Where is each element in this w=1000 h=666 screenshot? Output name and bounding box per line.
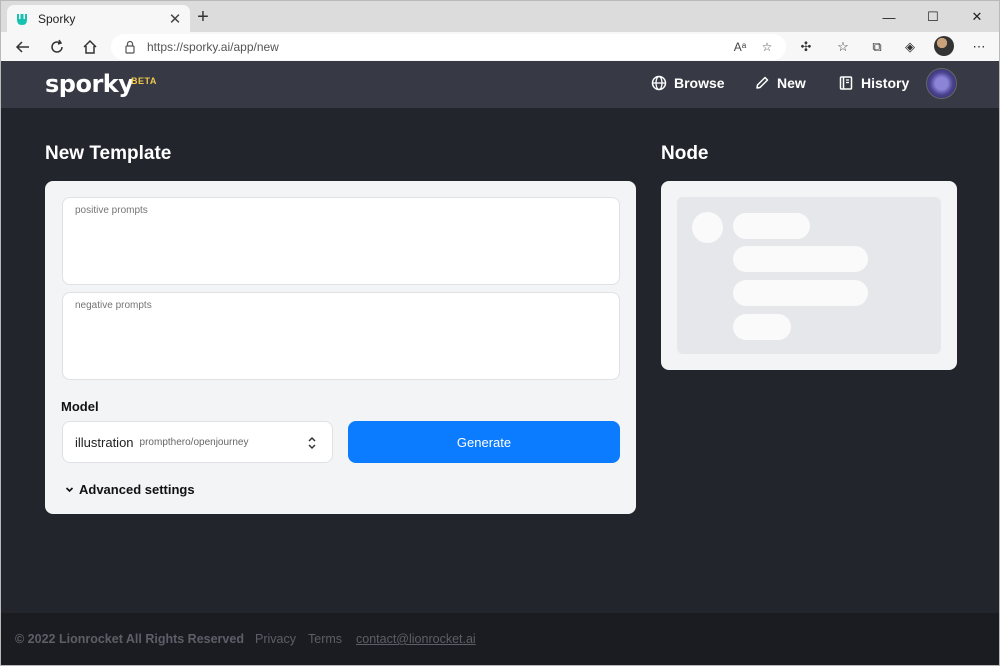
window-controls: — ☐ ✕ — [867, 1, 999, 33]
negative-prompts-input[interactable] — [62, 292, 620, 380]
template-card: Model illustration prompthero/openjourne… — [45, 181, 636, 514]
generate-button[interactable]: Generate — [348, 421, 620, 463]
model-label: Model — [61, 399, 99, 414]
app-header: sporky BETA Browse New History — [0, 61, 1000, 108]
new-tab-icon[interactable]: + — [193, 7, 213, 28]
new-template-title: New Template — [45, 143, 172, 164]
favorite-star-icon[interactable]: ☆ — [758, 38, 776, 56]
pencil-icon — [756, 76, 769, 89]
footer-contact-link[interactable]: contact@lionrocket.ai — [356, 632, 476, 646]
main-content: New Template Node Model illustration pro… — [0, 108, 1000, 613]
advanced-settings-label: Advanced settings — [79, 482, 195, 497]
nav-new[interactable]: New — [754, 75, 806, 91]
book-icon — [839, 76, 853, 90]
user-avatar[interactable] — [926, 68, 957, 99]
advanced-settings-toggle[interactable]: Advanced settings — [65, 482, 195, 497]
beta-badge: BETA — [131, 76, 157, 86]
node-title: Node — [661, 143, 709, 164]
chevron-up-down-icon — [308, 436, 316, 450]
lock-icon — [125, 40, 135, 54]
collections-icon[interactable]: ⧉ — [867, 37, 887, 57]
skeleton-line — [733, 246, 868, 272]
nav-history-label: History — [861, 75, 910, 91]
skeleton-avatar — [692, 212, 723, 243]
tab-close-icon[interactable]: ✕ — [164, 8, 186, 30]
model-name: illustration — [75, 434, 134, 450]
positive-prompts-input[interactable] — [62, 197, 620, 285]
nav-new-label: New — [777, 75, 806, 91]
address-bar[interactable]: https://sporky.ai/app/new Aᵃ ☆ — [111, 34, 786, 60]
favorites-icon[interactable]: ☆ — [833, 37, 853, 57]
sporky-favicon-icon — [17, 14, 27, 25]
minimize-icon[interactable]: — — [867, 1, 911, 33]
footer-terms-link[interactable]: Terms — [308, 632, 342, 646]
skeleton-line — [733, 314, 791, 340]
browser-profile-avatar[interactable] — [934, 36, 954, 56]
node-card — [661, 181, 957, 370]
model-path: prompthero/openjourney — [139, 436, 249, 448]
nav-browse-label: Browse — [674, 75, 725, 91]
browser-tab-bar: Sporky ✕ + — ☐ ✕ — [0, 0, 1000, 33]
more-menu-icon[interactable]: ⋯ — [969, 37, 989, 57]
footer-copyright: © 2022 Lionrocket All Rights Reserved — [15, 632, 244, 646]
browser-essentials-icon[interactable]: ◈ — [900, 37, 920, 57]
extensions-icon[interactable]: ✣ — [796, 37, 816, 57]
skeleton-line — [733, 280, 868, 306]
read-aloud-icon[interactable]: Aᵃ — [731, 38, 749, 56]
reload-icon[interactable] — [44, 34, 70, 60]
back-icon[interactable] — [10, 34, 36, 60]
node-skeleton — [677, 197, 941, 354]
home-icon[interactable] — [77, 34, 103, 60]
model-select[interactable]: illustration prompthero/openjourney — [62, 421, 333, 463]
maximize-icon[interactable]: ☐ — [911, 1, 955, 33]
nav-history[interactable]: History — [838, 75, 909, 91]
globe-icon — [651, 75, 667, 91]
sporky-logo[interactable]: sporky — [45, 70, 134, 98]
footer-privacy-link[interactable]: Privacy — [255, 632, 296, 646]
skeleton-line — [733, 213, 810, 239]
chevron-down-icon — [65, 487, 74, 493]
browser-toolbar: https://sporky.ai/app/new Aᵃ ☆ ✣ ☆ ⧉ ◈ ⋯ — [0, 32, 1000, 61]
nav-browse[interactable]: Browse — [651, 75, 725, 91]
close-window-icon[interactable]: ✕ — [955, 1, 999, 33]
url-text: https://sporky.ai/app/new — [147, 40, 279, 54]
tab-title: Sporky — [38, 12, 76, 26]
browser-tab[interactable]: Sporky ✕ — [7, 5, 190, 33]
footer: © 2022 Lionrocket All Rights Reserved Pr… — [0, 613, 1000, 666]
